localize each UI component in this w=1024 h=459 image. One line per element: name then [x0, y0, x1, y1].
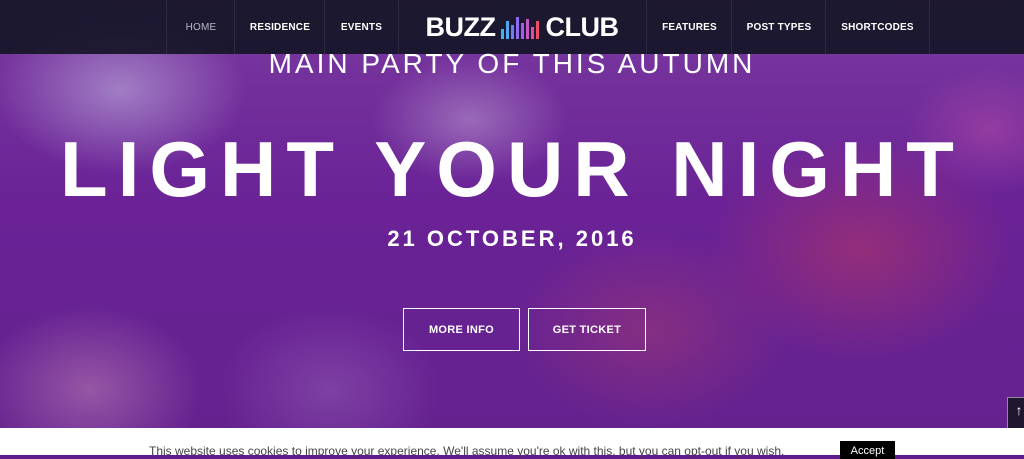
get-ticket-button[interactable]: GET TICKET: [528, 308, 646, 351]
site-logo[interactable]: BUZZ CLUB: [397, 0, 647, 54]
nav-features[interactable]: FEATURES: [646, 0, 732, 54]
nav-home[interactable]: HOME: [166, 0, 235, 54]
cookie-notice-bar: This website uses cookies to improve you…: [0, 428, 1024, 459]
nav-post-types[interactable]: POST TYPES: [731, 0, 826, 54]
top-navbar: HOME RESIDENCE EVENTS BUZZ CLUB FEATURES…: [0, 0, 1024, 54]
hero-headline: LIGHT YOUR NIGHT: [60, 125, 964, 213]
nav-shortcodes[interactable]: SHORTCODES: [825, 0, 930, 54]
logo-word-club: CLUB: [545, 11, 619, 42]
hero-eyebrow: MAIN PARTY OF THIS AUTUMN: [268, 48, 756, 79]
nav-residence[interactable]: RESIDENCE: [234, 0, 325, 54]
event-date: 21 OCTOBER, 2016: [387, 226, 637, 251]
accept-cookies-button[interactable]: Accept: [840, 441, 895, 459]
more-info-button[interactable]: MORE INFO: [403, 308, 520, 351]
nav-events[interactable]: EVENTS: [324, 0, 399, 54]
logo-word-buzz: BUZZ: [425, 11, 496, 42]
arrow-up-icon: ↑: [1015, 402, 1023, 418]
cookie-notice-text: This website uses cookies to improve you…: [149, 444, 785, 458]
equalizer-bars-icon: [501, 15, 540, 39]
